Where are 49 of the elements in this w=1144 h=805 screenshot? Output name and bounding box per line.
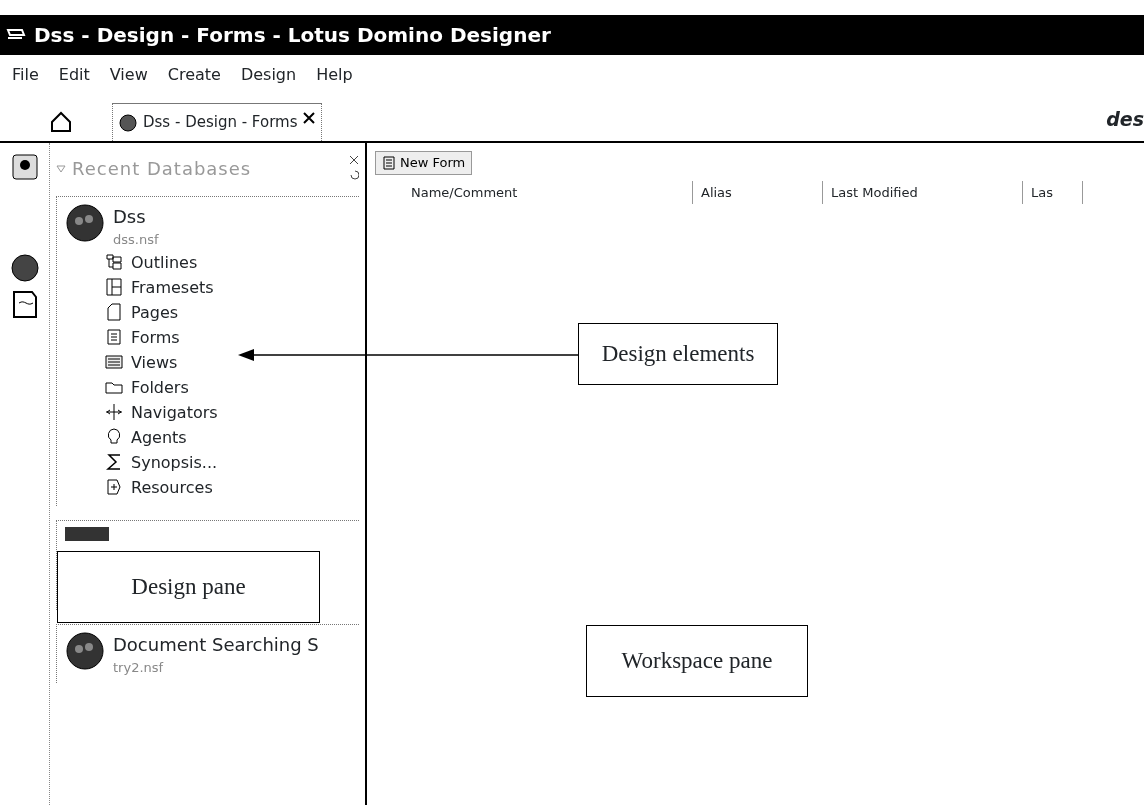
design-element-item[interactable]: Forms bbox=[131, 324, 180, 350]
tab-label: Dss - Design - Forms bbox=[143, 112, 298, 134]
synopsis-icon bbox=[105, 453, 123, 471]
design-element-item[interactable]: Outlines bbox=[131, 249, 198, 275]
close-icon[interactable] bbox=[303, 111, 316, 124]
window-title: Dss - Design - Forms - Lotus Domino Designer bbox=[34, 22, 551, 49]
brand-logo: des bbox=[1106, 106, 1144, 132]
menu-item[interactable]: Create bbox=[167, 63, 221, 87]
close-icon[interactable] bbox=[349, 155, 359, 165]
design-element-item[interactable]: Framesets bbox=[131, 274, 214, 300]
callout-label: Workspace pane bbox=[586, 625, 808, 697]
bookmark-icon[interactable] bbox=[10, 153, 39, 181]
design-element-item[interactable]: Views bbox=[131, 349, 178, 375]
design-element-item[interactable]: Synopsis... bbox=[131, 449, 218, 475]
design-element-item[interactable]: Agents bbox=[131, 424, 187, 450]
navigator-icon bbox=[105, 403, 123, 421]
menu-item[interactable]: Help bbox=[316, 63, 353, 87]
design-element-item[interactable]: Resources bbox=[131, 474, 213, 500]
column-header[interactable]: Alias bbox=[693, 180, 823, 205]
menu-item[interactable]: Edit bbox=[58, 63, 90, 87]
callout-label: Design elements bbox=[578, 323, 778, 385]
outline-icon bbox=[105, 253, 123, 271]
callout-label: Design pane bbox=[57, 551, 320, 623]
menu-item[interactable]: File bbox=[12, 63, 39, 87]
home-icon[interactable] bbox=[50, 111, 72, 133]
database-file: dss.nsf bbox=[113, 231, 159, 249]
view-icon bbox=[105, 353, 123, 371]
form-icon bbox=[382, 155, 396, 170]
tab[interactable]: Dss - Design - Forms bbox=[112, 103, 323, 141]
page-icon bbox=[105, 303, 123, 321]
design-element-item[interactable]: Pages bbox=[131, 299, 179, 325]
column-header[interactable]: Las bbox=[1023, 180, 1083, 205]
design-element-item[interactable]: Folders bbox=[131, 374, 189, 400]
agent-icon bbox=[105, 428, 123, 446]
document-icon[interactable] bbox=[10, 289, 39, 319]
column-header[interactable]: Name/Comment bbox=[403, 180, 693, 205]
column-header[interactable]: Last Modified bbox=[823, 180, 1023, 205]
database-title[interactable]: Document Searching S bbox=[113, 630, 319, 658]
frameset-icon bbox=[105, 278, 123, 296]
design-element-item[interactable]: Navigators bbox=[131, 399, 218, 425]
new-form-button[interactable]: New Form bbox=[375, 151, 473, 175]
refresh-icon[interactable] bbox=[349, 169, 359, 181]
database-title[interactable]: Dss bbox=[113, 203, 159, 230]
menu-item[interactable]: View bbox=[109, 63, 148, 87]
resource-icon bbox=[105, 478, 123, 496]
database-file: try2.nsf bbox=[113, 658, 165, 677]
form-icon bbox=[105, 328, 123, 346]
menu-item[interactable]: Design bbox=[240, 63, 297, 87]
pane-title: Recent Databases bbox=[72, 157, 252, 181]
